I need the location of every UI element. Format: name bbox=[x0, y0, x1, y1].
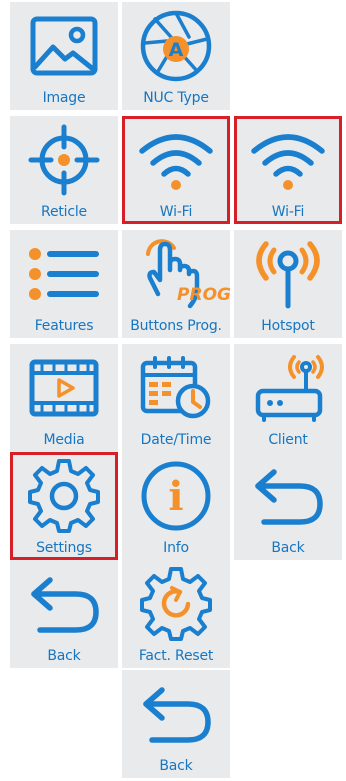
tile-label: Back bbox=[271, 540, 305, 556]
tile-label: Date/Time bbox=[140, 432, 212, 448]
tile-fact-reset[interactable]: Fact. Reset bbox=[122, 560, 230, 668]
tile-reticle[interactable]: Reticle bbox=[10, 116, 118, 224]
tile-label: Client bbox=[268, 432, 308, 448]
tile-hotspot[interactable]: Hotspot bbox=[234, 230, 342, 338]
calendar-clock-icon bbox=[122, 350, 230, 426]
aperture-icon: A bbox=[122, 8, 230, 84]
tile-label: Wi-Fi bbox=[159, 204, 193, 220]
tile-date-time[interactable]: Date/Time bbox=[122, 344, 230, 452]
tile-label: Info bbox=[163, 540, 189, 556]
gear-icon bbox=[13, 458, 115, 534]
back-arrow-icon bbox=[122, 676, 230, 752]
gear-reset-icon bbox=[122, 566, 230, 642]
image-icon bbox=[10, 8, 118, 84]
tile-features[interactable]: Features bbox=[10, 230, 118, 338]
tile-settings-selected[interactable]: Settings bbox=[10, 452, 118, 560]
tile-nuc-type[interactable]: A NUC Type bbox=[122, 2, 230, 110]
router-icon bbox=[234, 350, 342, 426]
tile-label: Hotspot bbox=[261, 318, 315, 334]
film-icon bbox=[10, 350, 118, 426]
tile-label: Fact. Reset bbox=[138, 648, 214, 664]
tile-back-2[interactable]: Back bbox=[10, 560, 118, 668]
tile-image[interactable]: Image bbox=[10, 2, 118, 110]
tile-label: Buttons Prog. bbox=[130, 318, 222, 334]
tile-back-1[interactable]: Back bbox=[234, 452, 342, 560]
tile-label: Settings bbox=[36, 540, 92, 556]
list-icon bbox=[10, 236, 118, 312]
prog-badge: PROG bbox=[177, 285, 231, 305]
tile-label: Image bbox=[42, 90, 86, 106]
tile-wifi-selected-1[interactable]: Wi-Fi bbox=[122, 116, 230, 224]
tile-wifi-selected-2[interactable]: Wi-Fi bbox=[234, 116, 342, 224]
tile-label: Reticle bbox=[41, 204, 87, 220]
wifi-icon bbox=[237, 122, 339, 198]
tile-info[interactable]: i Info bbox=[122, 452, 230, 560]
info-glyph: i bbox=[168, 473, 183, 520]
nuc-badge: A bbox=[169, 39, 184, 61]
tile-label: Wi-Fi bbox=[271, 204, 305, 220]
tile-back-3[interactable]: Back bbox=[122, 670, 230, 778]
wifi-icon bbox=[125, 122, 227, 198]
tile-client[interactable]: Client bbox=[234, 344, 342, 452]
tile-label: Back bbox=[159, 758, 193, 774]
tile-media[interactable]: Media bbox=[10, 344, 118, 452]
info-icon: i bbox=[122, 458, 230, 534]
tile-buttons-prog[interactable]: PROG Buttons Prog. bbox=[122, 230, 231, 338]
tile-label: Back bbox=[47, 648, 81, 664]
hotspot-icon bbox=[234, 236, 342, 312]
tap-finger-icon: PROG bbox=[122, 236, 231, 312]
crosshair-icon bbox=[10, 122, 118, 198]
back-arrow-icon bbox=[10, 566, 118, 642]
tile-label: Media bbox=[43, 432, 85, 448]
tile-label: NUC Type bbox=[143, 90, 209, 106]
back-arrow-icon bbox=[234, 458, 342, 534]
tile-label: Features bbox=[34, 318, 94, 334]
